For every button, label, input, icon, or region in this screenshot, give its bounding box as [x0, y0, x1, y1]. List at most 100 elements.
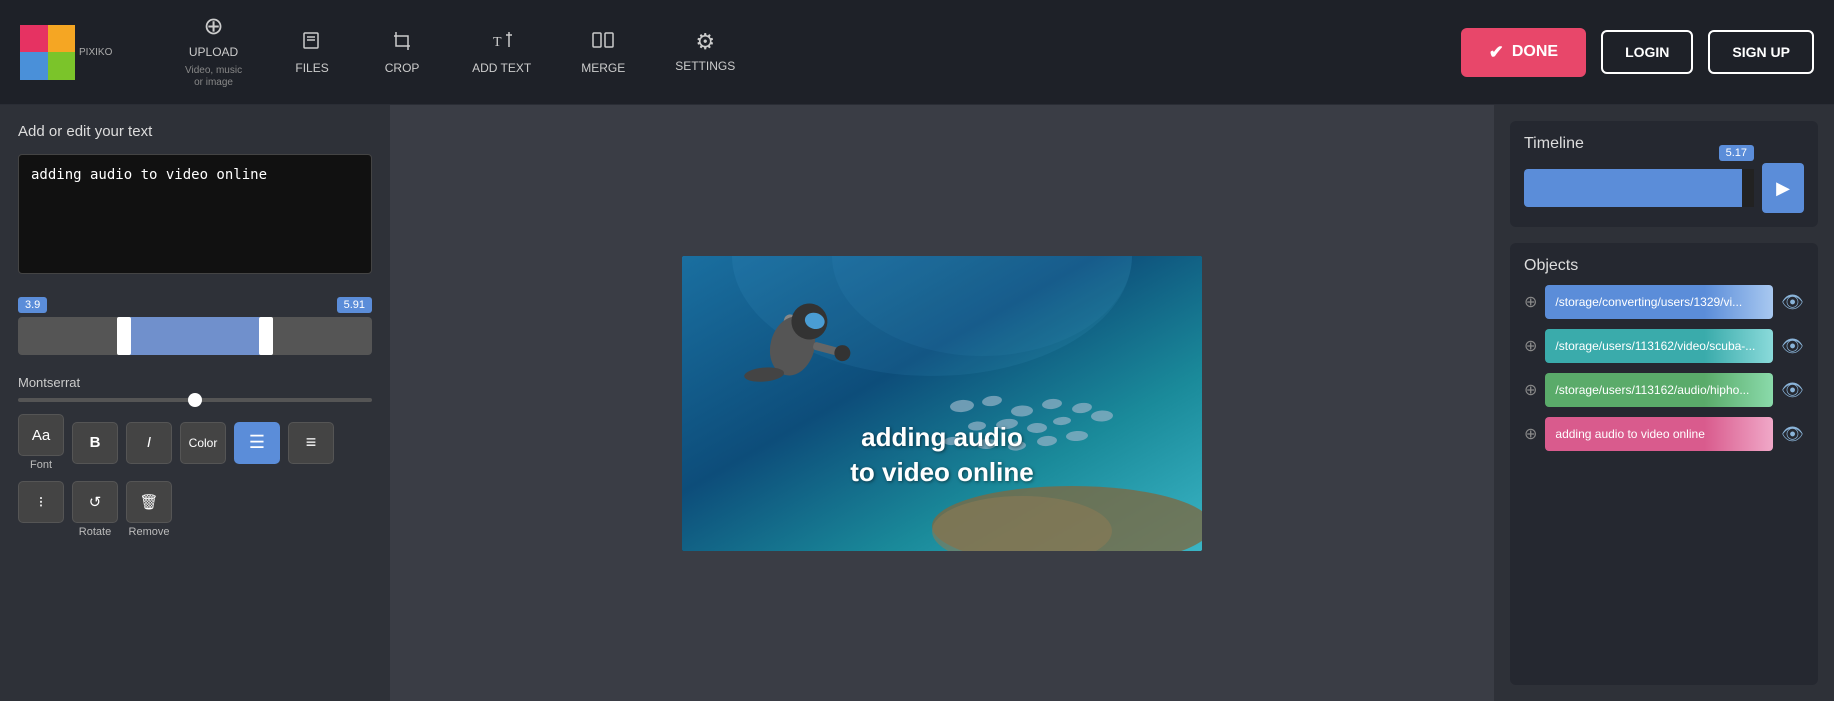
rotate-label: Rotate [79, 526, 111, 538]
list-item: ⊕ /storage/users/113162/video/scuba-... … [1524, 329, 1804, 363]
align-right-button[interactable]: ≡ [288, 422, 334, 464]
font-size-slider[interactable] [18, 398, 372, 402]
object-path-1: /storage/converting/users/1329/vi... [1555, 295, 1742, 309]
object-bar-2[interactable]: /storage/users/113162/video/scuba-... [1545, 329, 1773, 363]
color-icon: Color [189, 436, 218, 450]
addtext-icon: T [491, 29, 513, 55]
settings-label: SETTINGS [675, 59, 735, 73]
crop-label: CROP [385, 61, 420, 75]
font-controls: Montserrat Aa Font B I [18, 375, 372, 538]
object-bar-1[interactable]: /storage/converting/users/1329/vi... [1545, 285, 1773, 319]
object-bar-3[interactable]: /storage/users/113162/audio/hipho... [1545, 373, 1773, 407]
lines-icon: ⁝ [39, 493, 44, 511]
overlay-line2: to video online [850, 457, 1033, 487]
bold-icon: B [90, 434, 101, 451]
nav-settings[interactable]: ⚙ SETTINGS [650, 19, 760, 85]
nav-merge[interactable]: MERGE [556, 17, 650, 87]
nav-addtext[interactable]: T ADD TEXT [447, 17, 556, 87]
align-right-col: ≡ [288, 422, 334, 464]
timeline-fill [124, 317, 266, 355]
font-btn-col: Aa Font [18, 414, 64, 471]
remove-icon: 🗑 [139, 493, 158, 511]
timeline-handle-right[interactable] [259, 317, 273, 355]
nav-upload[interactable]: ⊕ UPLOAD Video, musicor image [160, 3, 267, 101]
text-editor[interactable]: adding audio to video online [18, 154, 372, 274]
italic-icon: I [147, 434, 151, 451]
align-left-icon: ☰ [249, 432, 265, 453]
italic-btn-col: I [126, 422, 172, 464]
object-bar-4[interactable]: adding audio to video online [1545, 417, 1773, 451]
merge-icon [592, 29, 614, 55]
crop-icon [391, 29, 413, 55]
video-image: adding audio to video online [682, 256, 1202, 551]
nav-right: ✔ DONE LOGIN SIGN UP [1461, 28, 1814, 77]
objects-title: Objects [1524, 257, 1804, 275]
list-item: ⊕ adding audio to video online 👁 [1524, 417, 1804, 451]
eye-icon-3[interactable]: 👁 [1781, 380, 1804, 401]
logo-text: PIXIKO [79, 47, 112, 58]
rotate-btn-col: ↺ Rotate [72, 481, 118, 538]
login-label: LOGIN [1625, 44, 1669, 60]
objects-section: Objects ⊕ /storage/converting/users/1329… [1510, 243, 1818, 685]
done-label: DONE [1512, 43, 1558, 61]
drag-handle-3[interactable]: ⊕ [1524, 380, 1537, 400]
login-button[interactable]: LOGIN [1601, 30, 1693, 74]
left-panel: Add or edit your text adding audio to vi… [0, 105, 390, 701]
timeline-play-button[interactable]: ▶ [1762, 163, 1804, 213]
top-navigation: PIXIKO ⊕ UPLOAD Video, musicor image FIL… [0, 0, 1834, 105]
settings-icon: ⚙ [695, 31, 715, 53]
range-end-badge: 5.91 [337, 297, 372, 313]
signup-label: SIGN UP [1732, 44, 1790, 60]
formatting-row: Aa Font B I Color [18, 414, 372, 471]
eye-icon-2[interactable]: 👁 [1781, 336, 1804, 357]
eye-icon-4[interactable]: 👁 [1781, 424, 1804, 445]
lines-btn-col: ⁝ [18, 481, 64, 523]
video-text-overlay: adding audio to video online [682, 420, 1202, 490]
bold-button[interactable]: B [72, 422, 118, 464]
color-btn-col: Color [180, 422, 226, 464]
files-label: FILES [295, 61, 328, 75]
upload-icon: ⊕ [203, 15, 223, 39]
eye-icon-1[interactable]: 👁 [1781, 292, 1804, 313]
color-button[interactable]: Color [180, 422, 226, 464]
align-left-button[interactable]: ☰ [234, 422, 280, 464]
check-icon: ✔ [1489, 42, 1504, 63]
list-item: ⊕ /storage/converting/users/1329/vi... 👁 [1524, 285, 1804, 319]
rotate-button[interactable]: ↺ [72, 481, 118, 523]
range-labels: 3.9 5.91 [18, 297, 372, 313]
drag-handle-2[interactable]: ⊕ [1524, 336, 1537, 356]
merge-label: MERGE [581, 61, 625, 75]
align-right-icon: ≡ [306, 432, 317, 453]
lines-button[interactable]: ⁝ [18, 481, 64, 523]
drag-handle-1[interactable]: ⊕ [1524, 292, 1537, 312]
nav-crop[interactable]: CROP [357, 17, 447, 87]
remove-button[interactable]: 🗑 [126, 481, 172, 523]
timeline-dark-end [1742, 169, 1754, 207]
logo[interactable]: PIXIKO [20, 25, 140, 80]
signup-button[interactable]: SIGN UP [1708, 30, 1814, 74]
nav-items: ⊕ UPLOAD Video, musicor image FILES CROP… [160, 3, 1461, 101]
rotate-icon: ↺ [89, 493, 102, 511]
align-left-col: ☰ [234, 422, 280, 464]
object-path-4: adding audio to video online [1555, 427, 1704, 441]
italic-button[interactable]: I [126, 422, 172, 464]
nav-files[interactable]: FILES [267, 17, 357, 87]
overlay-line1: adding audio [861, 422, 1023, 452]
files-icon [301, 29, 323, 55]
drag-handle-4[interactable]: ⊕ [1524, 424, 1537, 444]
timeline-handle-left[interactable] [117, 317, 131, 355]
timeline-range-container: 3.9 5.91 [18, 297, 372, 355]
font-icon: Aa [32, 427, 50, 444]
remove-label: Remove [129, 526, 170, 538]
font-button[interactable]: Aa [18, 414, 64, 456]
range-start-badge: 3.9 [18, 297, 47, 313]
list-item: ⊕ /storage/users/113162/audio/hipho... 👁 [1524, 373, 1804, 407]
svg-text:T: T [493, 35, 502, 50]
timeline-track-bg[interactable] [1524, 169, 1754, 207]
center-area: adding audio to video online [390, 105, 1494, 701]
timeline-track[interactable] [18, 317, 372, 355]
object-path-3: /storage/users/113162/audio/hipho... [1555, 383, 1749, 397]
upload-label: UPLOAD [189, 45, 238, 59]
done-button[interactable]: ✔ DONE [1461, 28, 1586, 77]
font-size-thumb [188, 393, 202, 407]
